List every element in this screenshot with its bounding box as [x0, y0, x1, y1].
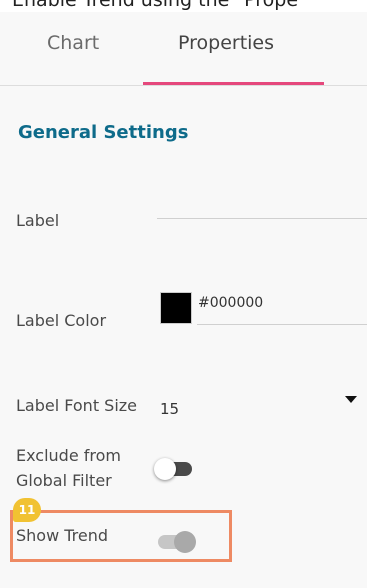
label-font-size-label: Label Font Size [16, 396, 138, 415]
label-color-label: Label Color [16, 311, 107, 330]
show-trend-toggle[interactable] [158, 531, 196, 553]
properties-panel: Chart Properties General Settings Label … [0, 12, 367, 588]
label-input[interactable] [157, 218, 367, 219]
toggle-knob [154, 458, 176, 480]
exclude-global-filter-label-line1: Exclude from [16, 446, 121, 465]
caption-text: Enable Trend using the "Prope [12, 0, 299, 11]
label-font-size-select[interactable]: 15 [160, 400, 179, 418]
active-tab-indicator [143, 82, 324, 85]
label-field-label: Label [16, 211, 60, 230]
tab-properties[interactable]: Properties [178, 32, 274, 54]
tab-bar: Chart Properties [0, 12, 367, 86]
label-color-input-line [197, 324, 367, 325]
step-badge: 11 [13, 498, 41, 522]
label-color-value[interactable]: #000000 [198, 295, 263, 311]
toggle-knob [174, 531, 196, 553]
chevron-down-icon[interactable] [345, 396, 357, 403]
tab-chart[interactable]: Chart [47, 32, 99, 54]
color-swatch[interactable] [160, 292, 192, 324]
show-trend-label: Show Trend [16, 526, 109, 545]
exclude-global-filter-label-line2: Global Filter [16, 471, 112, 490]
exclude-global-filter-toggle[interactable] [154, 458, 192, 480]
section-title-general-settings: General Settings [18, 122, 189, 143]
tutorial-caption: Enable Trend using the "Prope [0, 0, 367, 12]
